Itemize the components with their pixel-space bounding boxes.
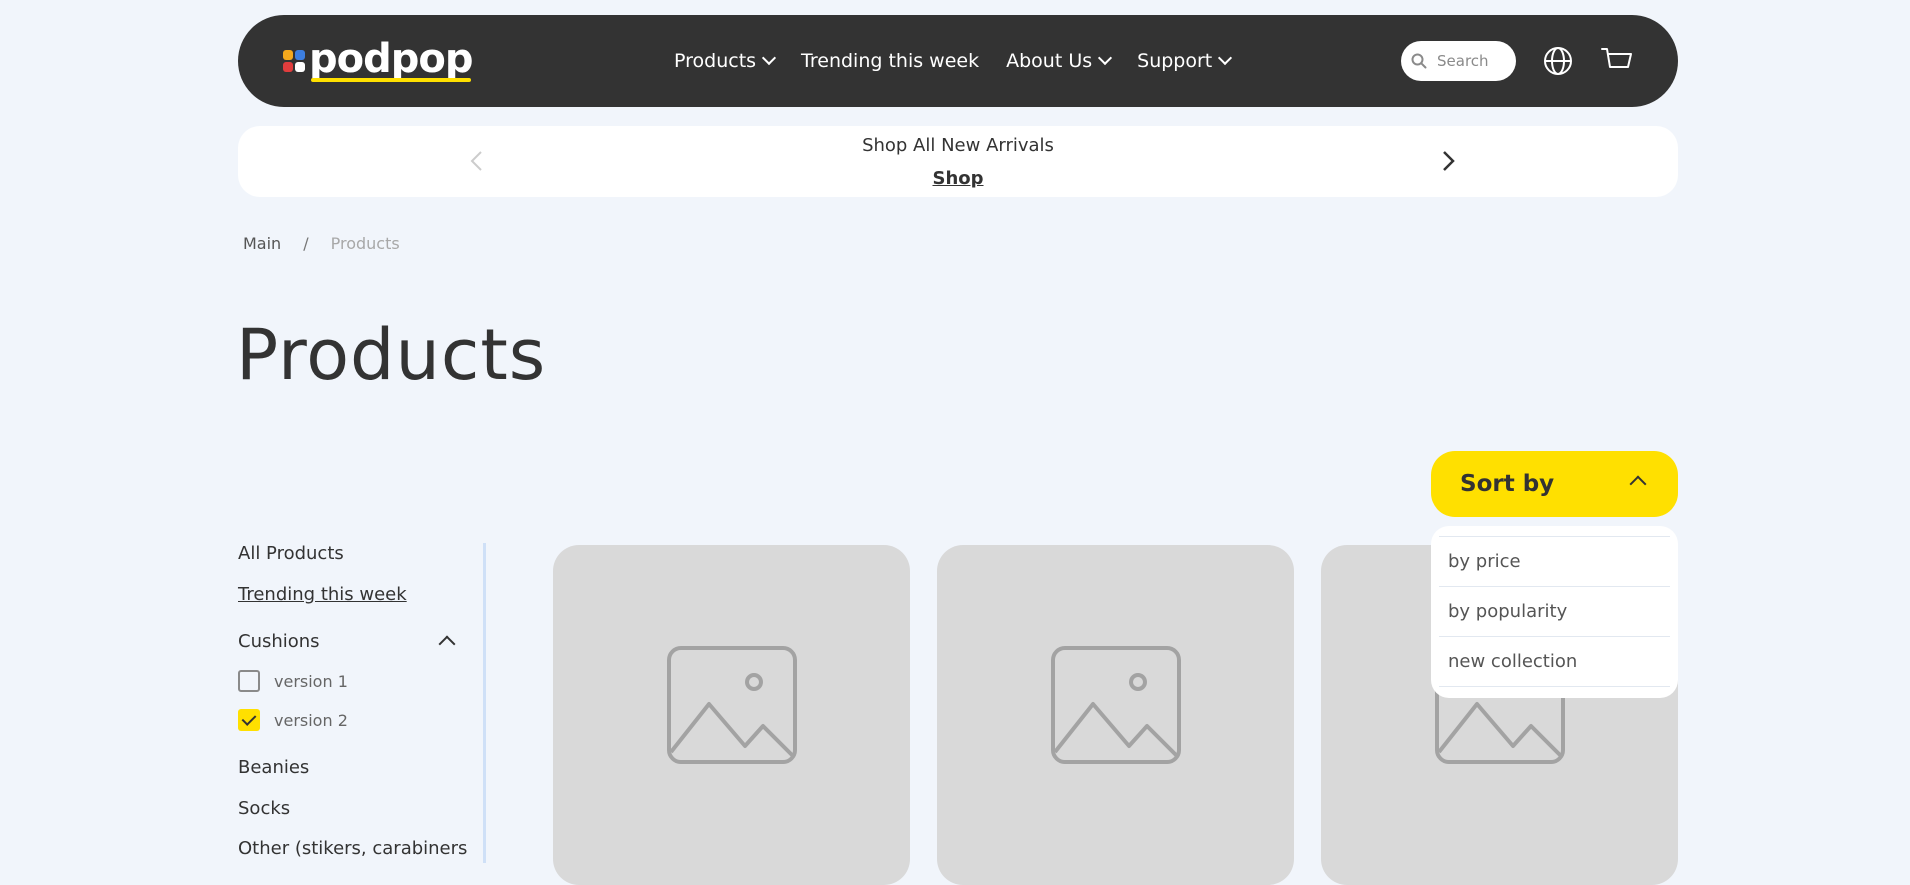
sidebar-item-socks[interactable]: Socks <box>238 798 290 819</box>
breadcrumb: Main / Products <box>243 234 400 253</box>
search-icon <box>1411 53 1427 69</box>
chevron-right-icon[interactable] <box>1433 146 1463 176</box>
promo-banner: Shop All New Arrivals Shop <box>238 126 1678 197</box>
checkbox-label-version-2: version 2 <box>274 711 348 730</box>
sort-option-new-collection[interactable]: new collection <box>1439 637 1670 687</box>
sort-by-button[interactable]: Sort by <box>1431 451 1678 517</box>
sort-option-popularity[interactable]: by popularity <box>1439 587 1670 637</box>
breadcrumb-current: Products <box>330 234 400 253</box>
product-card[interactable] <box>937 545 1294 885</box>
sidebar-divider <box>483 543 486 863</box>
search-input[interactable] <box>1435 51 1509 71</box>
sidebar-item-beanies[interactable]: Beanies <box>238 757 309 778</box>
chevron-down-icon <box>761 50 777 66</box>
nav-support[interactable]: Support <box>1137 50 1233 72</box>
sort-option-price[interactable]: by price <box>1439 537 1670 587</box>
checkbox-version-2[interactable] <box>238 709 260 731</box>
checkbox-version-1[interactable] <box>238 670 260 692</box>
nav-about-us[interactable]: About Us <box>1006 50 1113 72</box>
chevron-down-icon <box>1218 50 1233 66</box>
sidebar-item-other[interactable]: Other (stikers, carabiners <box>238 838 467 859</box>
logo-mark-icon <box>283 50 305 72</box>
sidebar-item-trending[interactable]: Trending this week <box>238 584 407 605</box>
image-placeholder-icon <box>1051 646 1181 764</box>
breadcrumb-main-link[interactable]: Main <box>243 234 281 253</box>
image-placeholder-icon <box>667 646 797 764</box>
chevron-down-icon <box>1098 50 1113 66</box>
sort-dropdown-menu: by price by popularity new collection <box>1431 526 1678 698</box>
globe-icon[interactable] <box>1543 46 1573 76</box>
checkbox-label-version-1: version 1 <box>274 672 348 691</box>
nav-products[interactable]: Products <box>674 50 777 72</box>
sidebar-item-cushions[interactable]: Cushions <box>238 631 320 652</box>
logo-text: podpop <box>309 36 473 82</box>
page-title: Products <box>236 314 547 396</box>
nav-trending[interactable]: Trending this week <box>801 50 979 72</box>
site-header: podpop Products Trending this week About… <box>238 15 1678 107</box>
chevron-up-icon <box>1629 475 1647 493</box>
main-nav: Products Trending this week About Us Sup… <box>674 15 1257 107</box>
product-card[interactable] <box>553 545 910 885</box>
search-box[interactable] <box>1401 41 1516 81</box>
chevron-up-icon[interactable] <box>438 635 456 653</box>
logo[interactable]: podpop <box>283 37 473 85</box>
breadcrumb-separator: / <box>303 234 309 253</box>
sort-by-label: Sort by <box>1460 471 1555 497</box>
sidebar-item-all-products[interactable]: All Products <box>238 543 344 564</box>
cart-icon[interactable] <box>1601 46 1633 76</box>
